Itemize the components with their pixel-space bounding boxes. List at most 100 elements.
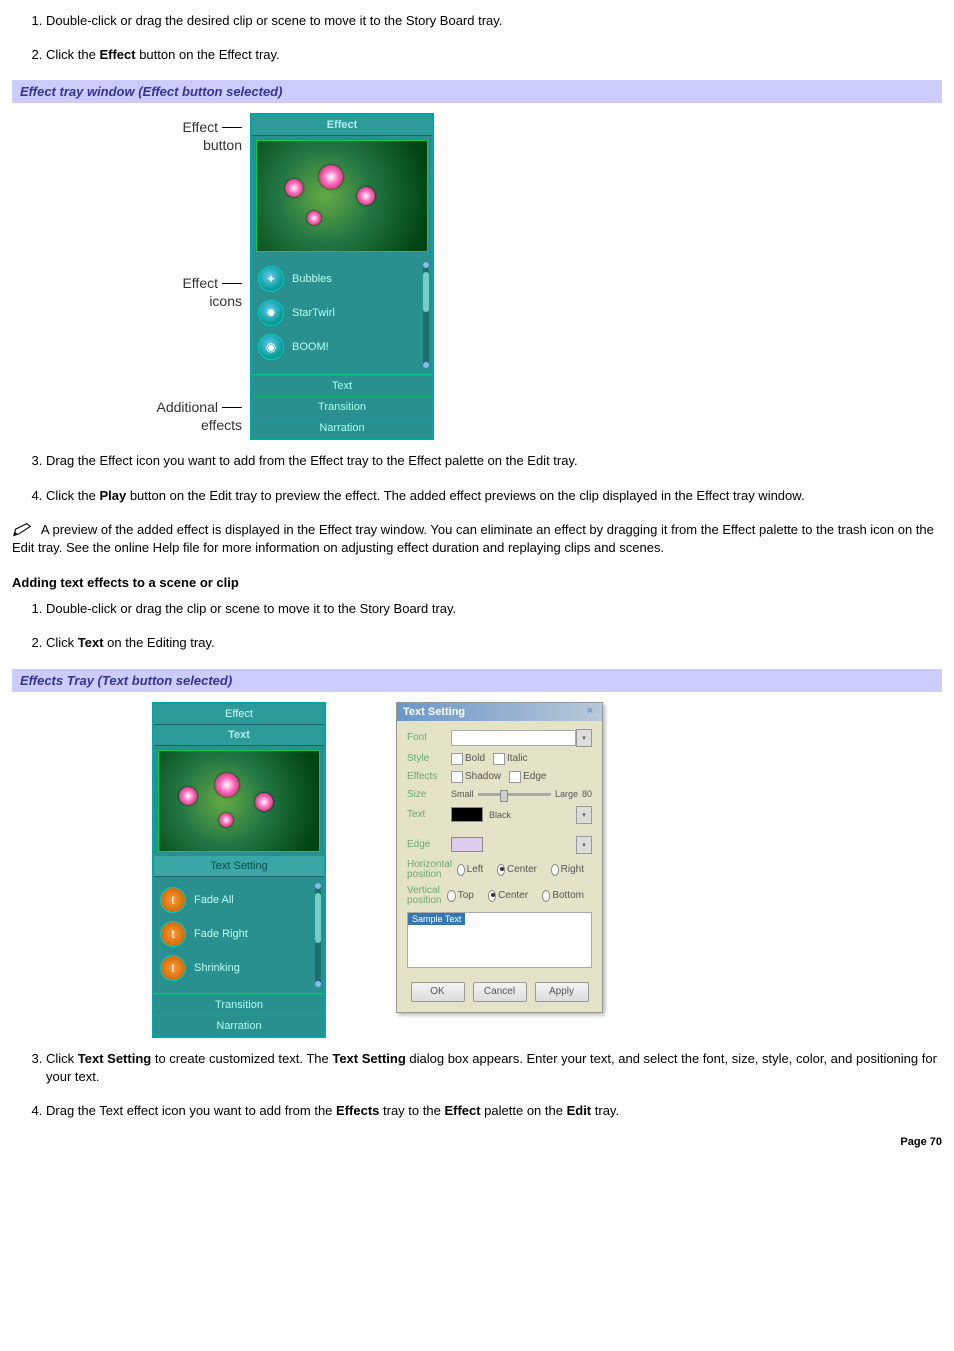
font-label: Font (407, 732, 451, 743)
step-text: Double-click or drag the desired clip or… (46, 13, 502, 28)
step-list-2: Drag the Effect icon you want to add fro… (12, 452, 942, 504)
effect-list-scrollbar[interactable] (423, 262, 429, 368)
text-color-dropdown-icon[interactable]: ▾ (576, 806, 592, 824)
tab-effect[interactable]: Effect (252, 115, 432, 136)
tab-transition[interactable]: Transition (154, 994, 324, 1015)
vpos-center-label: Center (498, 890, 528, 901)
callout-effect-icons-l1: Effect (182, 275, 218, 291)
text-tray-window: Effect Text Text Setting t Fade All t Fa… (152, 702, 326, 1038)
step-text: Double-click or drag the clip or scene t… (46, 601, 456, 616)
step-list-3: Double-click or drag the clip or scene t… (12, 600, 942, 652)
effect-item-label: Bubbles (292, 273, 332, 285)
size-slider[interactable] (478, 793, 551, 796)
vpos-top-radio[interactable] (447, 890, 455, 902)
text-color-swatch[interactable] (451, 807, 483, 822)
effect-list: ✦ Bubbles ✹ StarTwirl ◉ BOOM! (252, 256, 432, 374)
text-list-scrollbar[interactable] (315, 883, 321, 987)
step-text: Click (46, 635, 78, 650)
effects-label: Effects (407, 771, 451, 782)
subheading-text-effects: Adding text effects to a scene or clip (12, 575, 942, 590)
effects-bold: Effects (336, 1103, 379, 1118)
effect-item-label: Shrinking (194, 962, 240, 974)
text-effect-list: t Fade All t Fade Right t Shrinking (154, 877, 324, 993)
effect-bold: Effect (444, 1103, 480, 1118)
step-text: to create customized text. The (151, 1051, 332, 1066)
sample-text-area[interactable]: Sample Text (407, 912, 592, 968)
slider-thumb[interactable] (500, 790, 508, 802)
tab-text[interactable]: Text (154, 725, 324, 746)
step-3: Drag the Effect icon you want to add fro… (46, 452, 942, 470)
play-bold: Play (99, 488, 126, 503)
text-effect-icon: t (160, 887, 186, 913)
text-effect-fade-all[interactable]: t Fade All (158, 883, 320, 917)
vpos-bottom-radio[interactable] (542, 890, 550, 902)
effect-item-startwirl[interactable]: ✹ StarTwirl (256, 296, 428, 330)
bubbles-icon: ✦ (258, 266, 284, 292)
text-effect-shrinking[interactable]: t Shrinking (158, 951, 320, 985)
dialog-titlebar[interactable]: Text Setting × (397, 703, 602, 721)
apply-button[interactable]: Apply (535, 982, 589, 1002)
shadow-checkbox[interactable] (451, 771, 463, 783)
effect-tray-window: Effect ✦ Bubbles ✹ StarTwirl ◉ BO (250, 113, 434, 440)
effect-preview-pane (256, 140, 428, 252)
close-icon[interactable]: × (584, 706, 596, 718)
edge-color-dropdown-icon[interactable]: ▾ (576, 836, 592, 854)
scroll-down-icon[interactable] (423, 362, 429, 368)
section-header-effect-tray: Effect tray window (Effect button select… (12, 80, 942, 103)
boom-icon: ◉ (258, 334, 284, 360)
step-list-4: Click Text Setting to create customized … (12, 1050, 942, 1121)
ok-button[interactable]: OK (411, 982, 465, 1002)
figure-text-tray: Effect Text Text Setting t Fade All t Fa… (152, 702, 942, 1038)
scroll-up-icon[interactable] (315, 883, 321, 889)
size-small-label: Small (451, 789, 474, 799)
scroll-thumb[interactable] (315, 893, 321, 943)
vpos-bottom-label: Bottom (552, 890, 584, 901)
preview-note: A preview of the added effect is display… (12, 521, 942, 557)
step-text: Click the (46, 47, 99, 62)
text-setting-button[interactable]: Text Setting (154, 856, 324, 877)
size-label: Size (407, 789, 451, 800)
tab-narration[interactable]: Narration (154, 1015, 324, 1036)
edge-checkbox[interactable] (509, 771, 521, 783)
callout-additional-l2: effects (201, 417, 242, 433)
size-value: 80 (582, 789, 592, 799)
effect-item-label: BOOM! (292, 341, 329, 353)
hpos-right-radio[interactable] (551, 864, 559, 876)
font-dropdown-icon[interactable]: ▾ (576, 729, 592, 747)
step-list-1: Double-click or drag the desired clip or… (12, 12, 942, 64)
scroll-down-icon[interactable] (315, 981, 321, 987)
tab-transition[interactable]: Transition (252, 396, 432, 417)
hpos-center-radio[interactable] (497, 864, 505, 876)
tab-text[interactable]: Text (252, 375, 432, 396)
style-label: Style (407, 753, 451, 764)
section-header-text-tray: Effects Tray (Text button selected) (12, 669, 942, 692)
cancel-button[interactable]: Cancel (473, 982, 527, 1002)
bold-checkbox[interactable] (451, 753, 463, 765)
italic-checkbox[interactable] (493, 753, 505, 765)
text-setting-bold: Text Setting (78, 1051, 151, 1066)
effect-item-label: Fade All (194, 894, 234, 906)
scroll-thumb[interactable] (423, 272, 429, 312)
edgecolor-label: Edge (407, 839, 451, 850)
callout-effect-button-l2: button (203, 137, 242, 153)
step-text: button on the Effect tray. (136, 47, 280, 62)
additional-effects-tabs: Text Transition Narration (252, 374, 432, 438)
scroll-up-icon[interactable] (423, 262, 429, 268)
vpos-center-radio[interactable] (488, 890, 496, 902)
effect-bold: Effect (99, 47, 135, 62)
text-effect-fade-right[interactable]: t Fade Right (158, 917, 320, 951)
font-input[interactable] (451, 730, 576, 746)
italic-label: Italic (507, 753, 528, 764)
bold-label: Bold (465, 753, 485, 764)
hpos-center-label: Center (507, 864, 537, 875)
hpos-left-radio[interactable] (457, 864, 465, 876)
step-text: Click the (46, 488, 99, 503)
tab-effect[interactable]: Effect (154, 704, 324, 725)
edge-color-swatch[interactable] (451, 837, 483, 852)
tab-narration[interactable]: Narration (252, 417, 432, 438)
callout-effect-icons-l2: icons (209, 293, 242, 309)
effect-item-bubbles[interactable]: ✦ Bubbles (256, 262, 428, 296)
hpos-right-label: Right (561, 864, 584, 875)
effect-item-boom[interactable]: ◉ BOOM! (256, 330, 428, 364)
callout-additional-l1: Additional (157, 399, 219, 415)
